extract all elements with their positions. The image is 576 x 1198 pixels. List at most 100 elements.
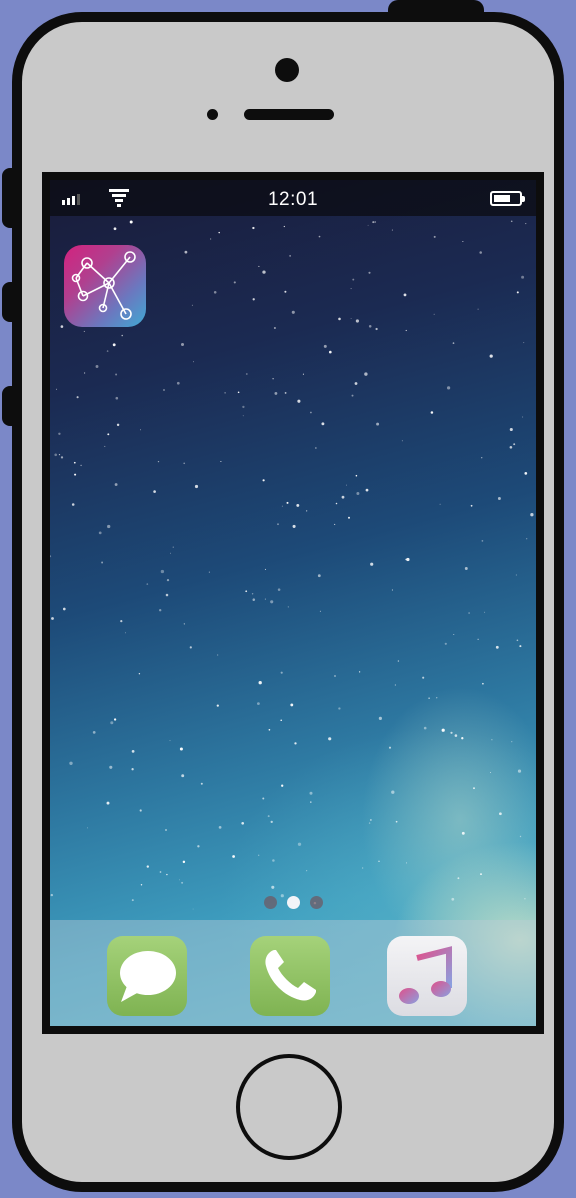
page-dot[interactable] [309, 896, 323, 909]
star [251, 593, 254, 595]
power-button[interactable] [388, 0, 484, 22]
status-bar: 12:01 [50, 180, 536, 216]
star [109, 765, 113, 769]
star [264, 568, 266, 570]
star [509, 427, 513, 432]
star [491, 739, 493, 741]
page-indicator[interactable] [50, 896, 536, 909]
star [350, 317, 352, 319]
messages-icon[interactable] [107, 936, 187, 1016]
star [262, 479, 265, 482]
screen: 12:01 [42, 172, 544, 1034]
star [106, 801, 110, 805]
star [86, 827, 89, 829]
star [365, 488, 369, 492]
star [405, 329, 407, 332]
star [95, 365, 99, 368]
star [376, 422, 380, 426]
star [468, 612, 470, 614]
star [511, 741, 513, 743]
star [120, 620, 123, 623]
star [114, 483, 118, 486]
star [453, 634, 455, 635]
star [170, 552, 171, 554]
network-graph-app-icon[interactable] [64, 245, 146, 327]
star [358, 671, 361, 673]
star [208, 571, 210, 573]
star [252, 298, 255, 301]
star [430, 411, 434, 414]
page-dot-active[interactable] [286, 896, 300, 909]
volume-down-button[interactable] [2, 386, 20, 426]
star [355, 319, 359, 323]
earpiece-speaker [244, 109, 334, 120]
star [480, 873, 482, 875]
star [296, 503, 300, 507]
star [526, 538, 528, 540]
home-button[interactable] [236, 1054, 342, 1160]
star [115, 396, 119, 400]
star [224, 392, 226, 394]
music-icon[interactable] [387, 936, 467, 1016]
star [139, 809, 142, 812]
star [176, 381, 180, 385]
star [388, 746, 392, 749]
star [277, 588, 281, 591]
status-time: 12:01 [267, 189, 319, 210]
star [317, 574, 321, 578]
star [106, 350, 109, 352]
star [439, 503, 441, 505]
star [258, 681, 262, 685]
star [489, 354, 493, 358]
star [252, 598, 256, 601]
star [76, 396, 79, 399]
star [446, 386, 451, 390]
phone-icon[interactable] [250, 936, 330, 1016]
star [191, 304, 193, 306]
star [124, 632, 127, 634]
star [310, 801, 312, 803]
star [213, 291, 217, 294]
star [509, 445, 513, 449]
star [280, 719, 282, 722]
star [480, 456, 483, 459]
page-dot[interactable] [263, 896, 277, 909]
star [179, 747, 183, 751]
star [521, 275, 525, 279]
star [481, 540, 484, 542]
star [216, 704, 219, 707]
star [391, 229, 393, 231]
star [477, 308, 479, 310]
star [159, 871, 162, 873]
star [470, 504, 473, 507]
star [464, 567, 468, 570]
star [58, 454, 61, 456]
star [274, 391, 278, 395]
star [461, 831, 465, 835]
star [477, 638, 479, 640]
star [391, 589, 393, 591]
star [461, 737, 464, 740]
star [74, 473, 77, 476]
star [200, 782, 203, 785]
star [165, 593, 169, 597]
star [220, 461, 222, 462]
star [406, 862, 408, 864]
star [164, 828, 168, 832]
front-camera [275, 58, 299, 82]
star [397, 660, 400, 662]
star [323, 344, 327, 348]
volume-up-button[interactable] [2, 282, 20, 322]
star [280, 671, 283, 674]
star [401, 440, 403, 442]
star [362, 867, 364, 869]
star [217, 654, 219, 656]
star [270, 820, 273, 824]
star [258, 265, 260, 267]
star [338, 317, 341, 321]
mute-switch[interactable] [2, 168, 20, 228]
star [436, 697, 438, 699]
star [497, 497, 501, 500]
star [166, 578, 170, 582]
star [60, 325, 64, 328]
